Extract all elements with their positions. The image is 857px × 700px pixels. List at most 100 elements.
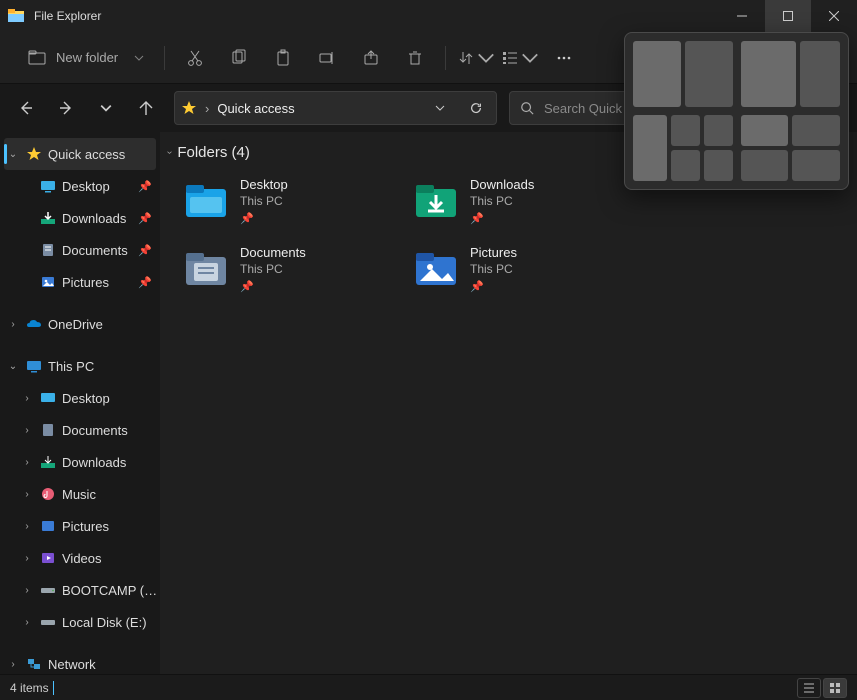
arrow-right-icon (58, 100, 74, 116)
chevron-right-icon[interactable]: › (20, 457, 34, 468)
sidebar-item-label: Network (48, 657, 160, 672)
more-button[interactable] (544, 40, 584, 76)
window-title: File Explorer (34, 9, 719, 23)
new-folder-icon (28, 49, 46, 67)
sidebar-item-desktop-pc[interactable]: › Desktop (0, 382, 160, 414)
close-button[interactable] (811, 0, 857, 32)
documents-icon (40, 242, 56, 258)
address-dropdown-button[interactable] (426, 94, 454, 122)
recent-locations-button[interactable] (88, 90, 124, 126)
paste-icon (274, 49, 292, 67)
music-icon (40, 486, 56, 502)
sidebar-item-downloads-pc[interactable]: › Downloads (0, 446, 160, 478)
sidebar-item-this-pc[interactable]: ⌄ This PC (0, 350, 160, 382)
chevron-right-icon[interactable]: › (20, 393, 34, 404)
view-button[interactable] (500, 40, 540, 76)
star-icon (26, 146, 42, 162)
up-button[interactable] (128, 90, 164, 126)
copy-button[interactable] (219, 40, 259, 76)
status-separator (53, 681, 54, 695)
downloads-icon (40, 210, 56, 226)
sidebar-item-quick-access[interactable]: ⌄ Quick access (4, 138, 156, 170)
separator (445, 46, 446, 70)
share-button[interactable] (351, 40, 391, 76)
sort-icon (457, 49, 475, 67)
folder-name: Downloads (470, 177, 534, 192)
sidebar-item-pictures-pc[interactable]: ›Pictures (0, 510, 160, 542)
sidebar-item-label: Desktop (62, 391, 160, 406)
rename-button[interactable] (307, 40, 347, 76)
folder-tile-pictures[interactable]: Pictures This PC 📌 (410, 241, 620, 303)
breadcrumb[interactable]: Quick access (217, 101, 294, 116)
paste-button[interactable] (263, 40, 303, 76)
downloads-icon (40, 454, 56, 470)
address-bar[interactable]: › Quick access (174, 91, 497, 125)
folder-sub: This PC (470, 262, 517, 276)
this-pc-icon (26, 358, 42, 374)
sidebar-item-desktop[interactable]: Desktop 📌 (0, 170, 160, 202)
sidebar-item-label: Pictures (62, 275, 132, 290)
snap-layout-option-3[interactable] (633, 115, 733, 181)
sidebar-item-onedrive[interactable]: › OneDrive (0, 308, 160, 340)
chevron-right-icon[interactable]: › (20, 425, 34, 436)
sidebar-item-network[interactable]: › Network (0, 648, 160, 674)
chevron-right-icon[interactable]: › (6, 659, 20, 670)
maximize-button[interactable] (765, 0, 811, 32)
sidebar-item-label: Downloads (62, 455, 160, 470)
snap-layout-option-2[interactable] (741, 41, 841, 107)
cut-icon (186, 49, 204, 67)
snap-layout-option-1[interactable] (633, 41, 733, 107)
separator (164, 46, 165, 70)
chevron-right-icon[interactable]: › (20, 521, 34, 532)
sidebar-item-downloads[interactable]: Downloads 📌 (0, 202, 160, 234)
rename-icon (318, 49, 336, 67)
large-icons-view-button[interactable] (823, 678, 847, 698)
snap-layout-option-4[interactable] (741, 115, 841, 181)
sidebar-item-videos-pc[interactable]: ›Videos (0, 542, 160, 574)
refresh-button[interactable] (462, 94, 490, 122)
sidebar-item-documents-pc[interactable]: ›Documents (0, 414, 160, 446)
arrow-left-icon (18, 100, 34, 116)
onedrive-icon (26, 316, 42, 332)
delete-button[interactable] (395, 40, 435, 76)
chevron-down-icon: › (164, 151, 175, 154)
back-button[interactable] (8, 90, 44, 126)
sort-button[interactable] (456, 40, 496, 76)
chevron-right-icon[interactable]: › (20, 553, 34, 564)
sidebar-item-pictures[interactable]: Pictures 📌 (0, 266, 160, 298)
sidebar-item-label: This PC (48, 359, 160, 374)
share-icon (362, 49, 380, 67)
pictures-folder-icon (414, 247, 458, 291)
chevron-right-icon[interactable]: › (6, 319, 20, 330)
documents-icon (40, 422, 56, 438)
folder-sub: This PC (240, 194, 288, 208)
folder-tile-documents[interactable]: Documents This PC 📌 (180, 241, 390, 303)
folder-name: Desktop (240, 177, 288, 192)
chevron-right-icon[interactable]: › (20, 489, 34, 500)
details-view-button[interactable] (797, 678, 821, 698)
chevron-down-icon (134, 53, 144, 63)
sidebar-item-documents[interactable]: Documents 📌 (0, 234, 160, 266)
minimize-button[interactable] (719, 0, 765, 32)
sidebar-item-local-disk[interactable]: ›Local Disk (E:) (0, 606, 160, 638)
folder-tile-downloads[interactable]: Downloads This PC 📌 (410, 173, 620, 235)
breadcrumb-separator: › (205, 101, 209, 116)
section-title: Folders (4) (177, 144, 250, 161)
sidebar-item-bootcamp-drive[interactable]: ›BOOTCAMP (C:) (0, 574, 160, 606)
navigation-pane[interactable]: ⌄ Quick access Desktop 📌 Downloads 📌 Doc… (0, 132, 160, 674)
chevron-down-icon[interactable]: ⌄ (6, 361, 20, 372)
sidebar-item-music-pc[interactable]: ›Music (0, 478, 160, 510)
new-folder-button[interactable]: New folder (18, 40, 154, 76)
cut-button[interactable] (175, 40, 215, 76)
folder-tile-desktop[interactable]: Desktop This PC 📌 (180, 173, 390, 235)
chevron-right-icon[interactable]: › (20, 585, 34, 596)
chevron-right-icon[interactable]: › (20, 617, 34, 628)
chevron-down-icon (435, 103, 445, 113)
title-bar: File Explorer (0, 0, 857, 32)
drive-icon (40, 582, 56, 598)
pin-icon: 📌 (240, 280, 306, 293)
chevron-down-icon[interactable]: ⌄ (6, 149, 20, 160)
content-pane[interactable]: › Folders (4) Desktop This PC 📌 Download… (160, 132, 857, 674)
forward-button[interactable] (48, 90, 84, 126)
status-bar: 4 items (0, 674, 857, 700)
